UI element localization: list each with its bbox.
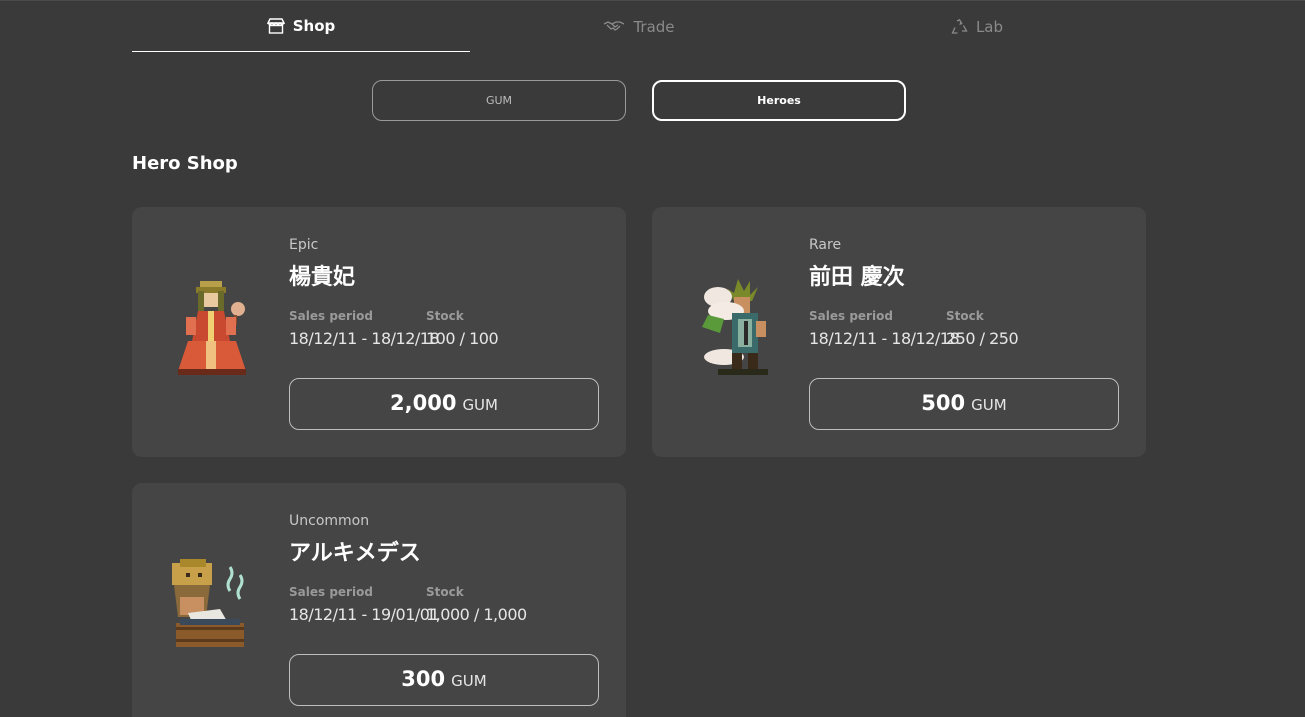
price-amount: 300: [401, 667, 446, 691]
tab-lab-label: Lab: [975, 17, 1004, 36]
sales-period-value: 18/12/11 - 18/12/18: [809, 329, 960, 348]
sales-period-label: Sales period: [289, 585, 373, 599]
top-nav: Shop Trade Lab: [132, 1, 1146, 53]
category-tabs: GUM Heroes: [372, 80, 906, 121]
hero-sprite-image: [678, 271, 788, 391]
hero-shop-page: Shop Trade Lab GUM Heroes Hero Shop Epic…: [0, 0, 1305, 717]
hero-card: Uncommon アルキメデス Sales period Stock 18/12…: [132, 483, 626, 717]
sales-period-value: 18/12/11 - 19/01/01: [289, 605, 440, 624]
subtab-gum[interactable]: GUM: [372, 80, 626, 121]
tab-shop[interactable]: Shop: [132, 1, 470, 52]
hero-card: Rare 前田 慶次 Sales period Stock 18/12/11 -…: [652, 207, 1146, 457]
price-amount: 500: [921, 391, 966, 415]
hero-name: 前田 慶次: [809, 265, 905, 290]
sales-period-value: 18/12/11 - 18/12/18: [289, 329, 440, 348]
tab-trade-label: Trade: [633, 17, 675, 36]
stock-value: 1,000 / 1,000: [426, 605, 527, 624]
stock-value: 100 / 100: [426, 329, 499, 348]
buy-button[interactable]: 2,000 GUM: [289, 378, 599, 430]
price-currency: GUM: [971, 396, 1007, 414]
hero-card: Epic 楊貴妃 Sales period Stock 18/12/11 - 1…: [132, 207, 626, 457]
tab-shop-label: Shop: [292, 17, 336, 35]
stock-label: Stock: [426, 585, 464, 599]
hero-name: アルキメデス: [289, 541, 421, 566]
buy-button[interactable]: 500 GUM: [809, 378, 1119, 430]
section-title: Hero Shop: [132, 153, 238, 174]
hero-sprite-image: [158, 271, 268, 391]
price-currency: GUM: [462, 396, 498, 414]
store-icon: [266, 18, 285, 34]
sales-period-label: Sales period: [809, 309, 893, 323]
hero-rarity: Epic: [289, 237, 319, 253]
tab-trade[interactable]: Trade: [470, 1, 808, 52]
price-amount: 2,000: [390, 391, 457, 415]
hero-rarity: Uncommon: [289, 513, 370, 529]
tab-lab[interactable]: Lab: [808, 1, 1146, 52]
hero-rarity: Rare: [809, 237, 842, 253]
hero-sprite-image: [158, 547, 268, 667]
handshake-icon: [603, 20, 625, 34]
stock-label: Stock: [946, 309, 984, 323]
recycle-icon: [951, 18, 968, 35]
stock-label: Stock: [426, 309, 464, 323]
buy-button[interactable]: 300 GUM: [289, 654, 599, 706]
price-currency: GUM: [451, 672, 487, 690]
hero-name: 楊貴妃: [289, 265, 356, 290]
stock-value: 250 / 250: [946, 329, 1019, 348]
subtab-heroes[interactable]: Heroes: [652, 80, 906, 121]
sales-period-label: Sales period: [289, 309, 373, 323]
